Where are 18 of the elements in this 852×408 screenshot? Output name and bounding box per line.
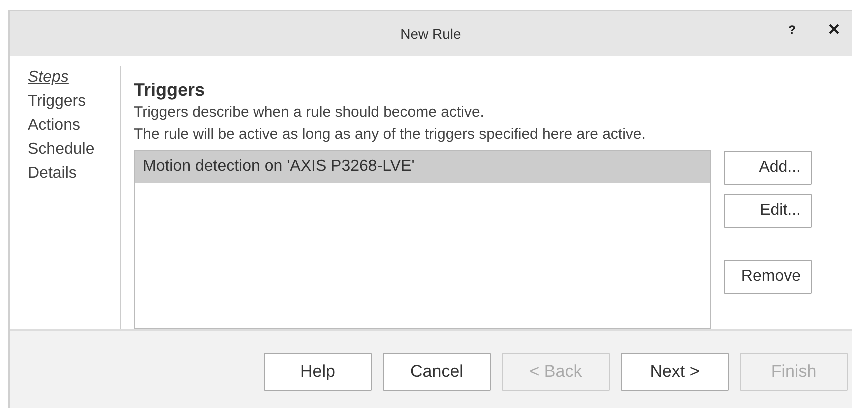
footer-button[interactable]: Help	[264, 353, 372, 391]
side-button[interactable]: Remove	[724, 260, 812, 294]
side-button[interactable]: Edit...	[724, 194, 812, 228]
footer-button[interactable]: Cancel	[383, 353, 491, 391]
window-title: New Rule	[400, 26, 462, 42]
step-link[interactable]: Details	[28, 162, 77, 186]
side-button[interactable]: Add...	[724, 151, 812, 185]
steps-heading: Steps	[28, 68, 69, 88]
step-link[interactable]: Triggers	[28, 90, 86, 114]
trigger-item[interactable]: Motion detection on 'AXIS P3268-LVE'	[135, 151, 710, 183]
step-link[interactable]: Schedule	[28, 138, 95, 162]
close-button[interactable]: ×	[824, 17, 844, 44]
step-link[interactable]: Actions	[28, 114, 80, 138]
footer-button[interactable]: Next >	[621, 353, 729, 391]
description-text: Triggers describe when a rule should become active.	[134, 103, 484, 123]
help-button[interactable]: ?	[784, 21, 800, 39]
page-title: Triggers	[134, 79, 206, 102]
description-text: The rule will be active as long as any of the triggers specified here are active.	[134, 125, 646, 145]
